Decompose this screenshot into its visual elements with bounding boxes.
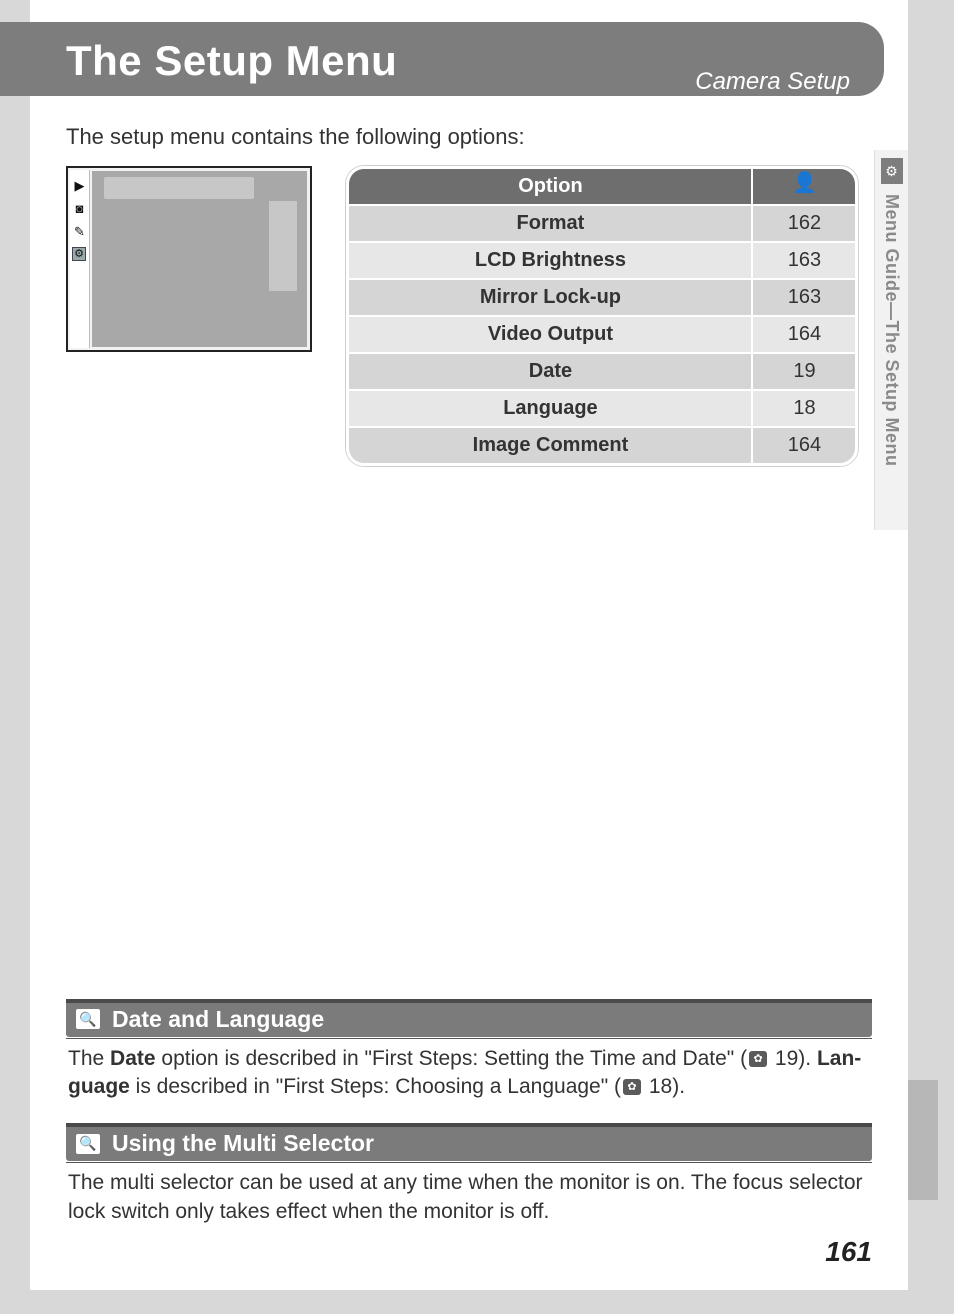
page-number: 161	[66, 1236, 872, 1268]
note-body: The Date option is described in "First S…	[66, 1038, 872, 1102]
table-row: Language 18	[349, 389, 855, 426]
setup-icon: ⚙	[72, 247, 86, 261]
pencil-icon: ✎	[72, 224, 87, 239]
side-tab-label: Menu Guide—The Setup Menu	[881, 194, 902, 467]
table-row: Image Comment 164	[349, 426, 855, 463]
header-option: Option	[349, 169, 753, 204]
footnotes: 🔍 Date and Language The Date option is d…	[66, 985, 872, 1268]
table-row: Date 19	[349, 352, 855, 389]
option-page: 18	[753, 391, 855, 426]
option-label: Image Comment	[349, 428, 753, 463]
table-row: Mirror Lock-up 163	[349, 278, 855, 315]
option-label: Date	[349, 354, 753, 389]
note-title: Date and Language	[112, 1006, 324, 1033]
option-label: LCD Brightness	[349, 243, 753, 278]
option-label: Video Output	[349, 317, 753, 352]
option-label: Mirror Lock-up	[349, 280, 753, 315]
note-heading: 🔍 Using the Multi Selector	[66, 1127, 872, 1161]
note-date-language: 🔍 Date and Language The Date option is d…	[66, 999, 872, 1102]
header-page-icon: 👤	[753, 169, 855, 204]
camera-icon: ◙	[72, 201, 87, 216]
lcd-body	[92, 171, 307, 347]
intro-text: The setup menu contains the following op…	[66, 124, 872, 150]
options-table-header: Option 👤	[349, 169, 855, 204]
table-row: Video Output 164	[349, 315, 855, 352]
page-ref-icon: ✿	[749, 1051, 767, 1067]
option-label: Language	[349, 391, 753, 426]
playback-icon: ▶	[72, 178, 87, 193]
option-page: 164	[753, 428, 855, 463]
note-body: The multi selector can be used at any ti…	[66, 1162, 872, 1226]
option-page: 162	[753, 206, 855, 241]
option-label: Format	[349, 206, 753, 241]
wrench-icon: ⚙	[881, 158, 903, 184]
note-title: Using the Multi Selector	[112, 1130, 374, 1157]
lcd-menu-strip: ▶ ◙ ✎ ⚙	[70, 170, 90, 348]
side-tab: ⚙ Menu Guide—The Setup Menu	[874, 150, 908, 530]
page-subtitle: Camera Setup	[0, 68, 884, 96]
page-ref-icon: ✿	[623, 1079, 641, 1095]
option-page: 163	[753, 280, 855, 315]
lcd-scroll-tab	[269, 201, 297, 291]
page-thumb-index	[908, 1080, 938, 1200]
note-heading: 🔍 Date and Language	[66, 1003, 872, 1037]
manual-page: The Setup Menu Camera Setup The setup me…	[30, 0, 908, 1290]
options-table: Option 👤 Format 162 LCD Brightness 163 M…	[346, 166, 858, 466]
option-page: 164	[753, 317, 855, 352]
option-page: 163	[753, 243, 855, 278]
person-page-icon: 👤	[792, 173, 817, 193]
magnify-icon: 🔍	[76, 1134, 100, 1154]
option-page: 19	[753, 354, 855, 389]
content-row: ▶ ◙ ✎ ⚙ Option 👤 Format 162 LCD Brightne…	[66, 166, 872, 466]
magnify-icon: 🔍	[76, 1009, 100, 1029]
table-row: LCD Brightness 163	[349, 241, 855, 278]
note-multi-selector: 🔍 Using the Multi Selector The multi sel…	[66, 1123, 872, 1226]
lcd-highlight	[104, 177, 254, 199]
lcd-thumbnail: ▶ ◙ ✎ ⚙	[66, 166, 312, 352]
table-row: Format 162	[349, 204, 855, 241]
